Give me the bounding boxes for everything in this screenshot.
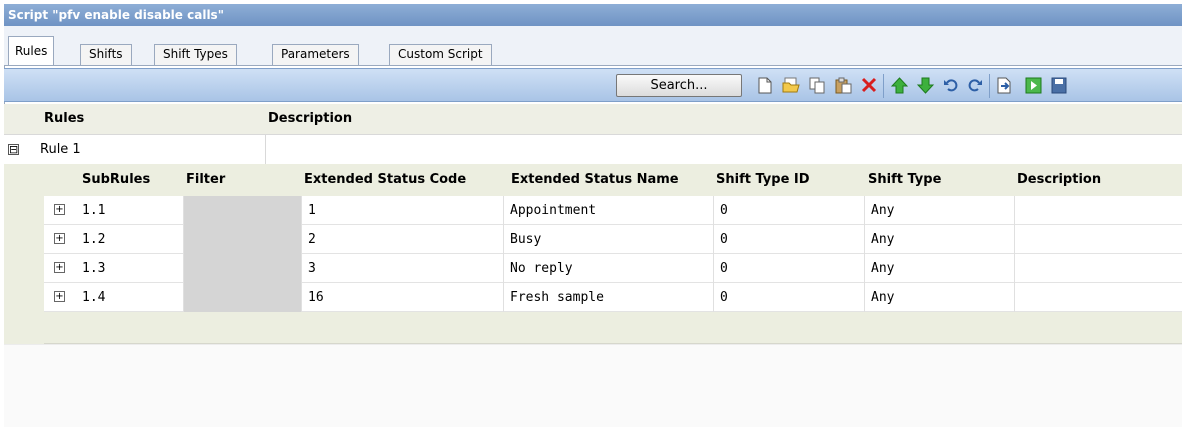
filter-cell[interactable] [184,196,302,225]
new-icon[interactable] [756,76,774,94]
ext-status-name-cell[interactable]: Fresh sample [504,283,714,312]
tab-parameters[interactable]: Parameters [272,44,359,65]
export-icon[interactable] [996,76,1014,94]
rules-grid: Rules Description ⊟ Rule 1 SubRules Filt… [4,104,1182,345]
undo-icon[interactable] [942,76,960,94]
filter-cell[interactable] [184,283,302,312]
open-folder-icon[interactable] [782,76,800,94]
rule-name[interactable]: Rule 1 [40,135,266,165]
subrule-id-cell[interactable]: 1.2 [76,225,184,254]
tab-bar: Rules Shifts Shift Types Parameters Cust… [4,26,1182,66]
shift-type-id-cell[interactable]: 0 [714,196,865,225]
subrules-column-header[interactable]: SubRules [82,164,150,196]
run-icon[interactable] [1024,76,1042,94]
tab-custom-script[interactable]: Custom Script [389,44,492,65]
subrule-id-cell[interactable]: 1.4 [76,283,184,312]
expand-icon[interactable]: + [54,262,65,273]
empty-panel-area [4,344,1182,427]
copy-icon[interactable] [808,76,826,94]
filter-column-header[interactable]: Filter [186,164,225,196]
ext-status-code-cell[interactable]: 1 [302,196,504,225]
tab-rules[interactable]: Rules [8,36,55,66]
toolbar-separator [989,74,990,98]
move-up-icon[interactable] [890,76,908,94]
ext-status-name-cell[interactable]: Busy [504,225,714,254]
shift-type-cell[interactable]: Any [865,225,1015,254]
filter-cell[interactable] [184,225,302,254]
description-cell[interactable] [1015,254,1182,283]
toolbar: Search... [4,68,1182,102]
tab-strip-divider [4,65,1182,66]
subrule-id-cell[interactable]: 1.1 [76,196,184,225]
save-icon[interactable] [1050,76,1068,94]
shift-type-id-cell[interactable]: 0 [714,283,865,312]
rules-column-header[interactable]: Rules [44,104,84,134]
ext-status-code-column-header[interactable]: Extended Status Code [304,164,466,196]
filter-cell[interactable] [184,254,302,283]
description-cell[interactable] [1015,283,1182,312]
description-cell[interactable] [1015,225,1182,254]
ext-status-name-cell[interactable]: No reply [504,254,714,283]
table-row[interactable]: + 1.1 1 Appointment 0 Any [44,196,1182,225]
shift-type-column-header[interactable]: Shift Type [868,164,941,196]
tab-shifts[interactable]: Shifts [80,44,132,65]
shift-type-id-cell[interactable]: 0 [714,225,865,254]
delete-icon[interactable] [860,76,878,94]
rule-row[interactable]: ⊟ Rule 1 [4,134,1182,165]
collapse-icon[interactable]: ⊟ [8,144,19,155]
ext-status-code-cell[interactable]: 3 [302,254,504,283]
table-row[interactable]: + 1.3 3 No reply 0 Any [44,254,1182,283]
table-row[interactable]: + 1.2 2 Busy 0 Any [44,225,1182,254]
table-row[interactable]: + 1.4 16 Fresh sample 0 Any [44,283,1182,312]
description-sub-column-header[interactable]: Description [1017,164,1101,196]
window-title: Script "pfv enable disable calls" [4,4,1182,26]
shift-type-cell[interactable]: Any [865,196,1015,225]
ext-status-name-cell[interactable]: Appointment [504,196,714,225]
tab-shift-types[interactable]: Shift Types [154,44,237,65]
expand-icon[interactable]: + [54,204,65,215]
redo-icon[interactable] [966,76,984,94]
ext-status-code-cell[interactable]: 2 [302,225,504,254]
shift-type-cell[interactable]: Any [865,254,1015,283]
search-button[interactable]: Search... [616,74,742,97]
expand-icon[interactable]: + [54,233,65,244]
subrule-id-cell[interactable]: 1.3 [76,254,184,283]
shift-type-id-cell[interactable]: 0 [714,254,865,283]
description-cell[interactable] [1015,196,1182,225]
expand-icon[interactable]: + [54,291,65,302]
subrules-header-row: SubRules Filter Extended Status Code Ext… [44,164,1182,196]
shift-type-cell[interactable]: Any [865,283,1015,312]
rules-header-row: Rules Description [4,104,1182,134]
ext-status-name-column-header[interactable]: Extended Status Name [511,164,679,196]
move-down-icon[interactable] [916,76,934,94]
paste-icon[interactable] [834,76,852,94]
shift-type-id-column-header[interactable]: Shift Type ID [716,164,810,196]
description-column-header[interactable]: Description [268,104,352,134]
toolbar-separator [883,74,884,98]
ext-status-code-cell[interactable]: 16 [302,283,504,312]
